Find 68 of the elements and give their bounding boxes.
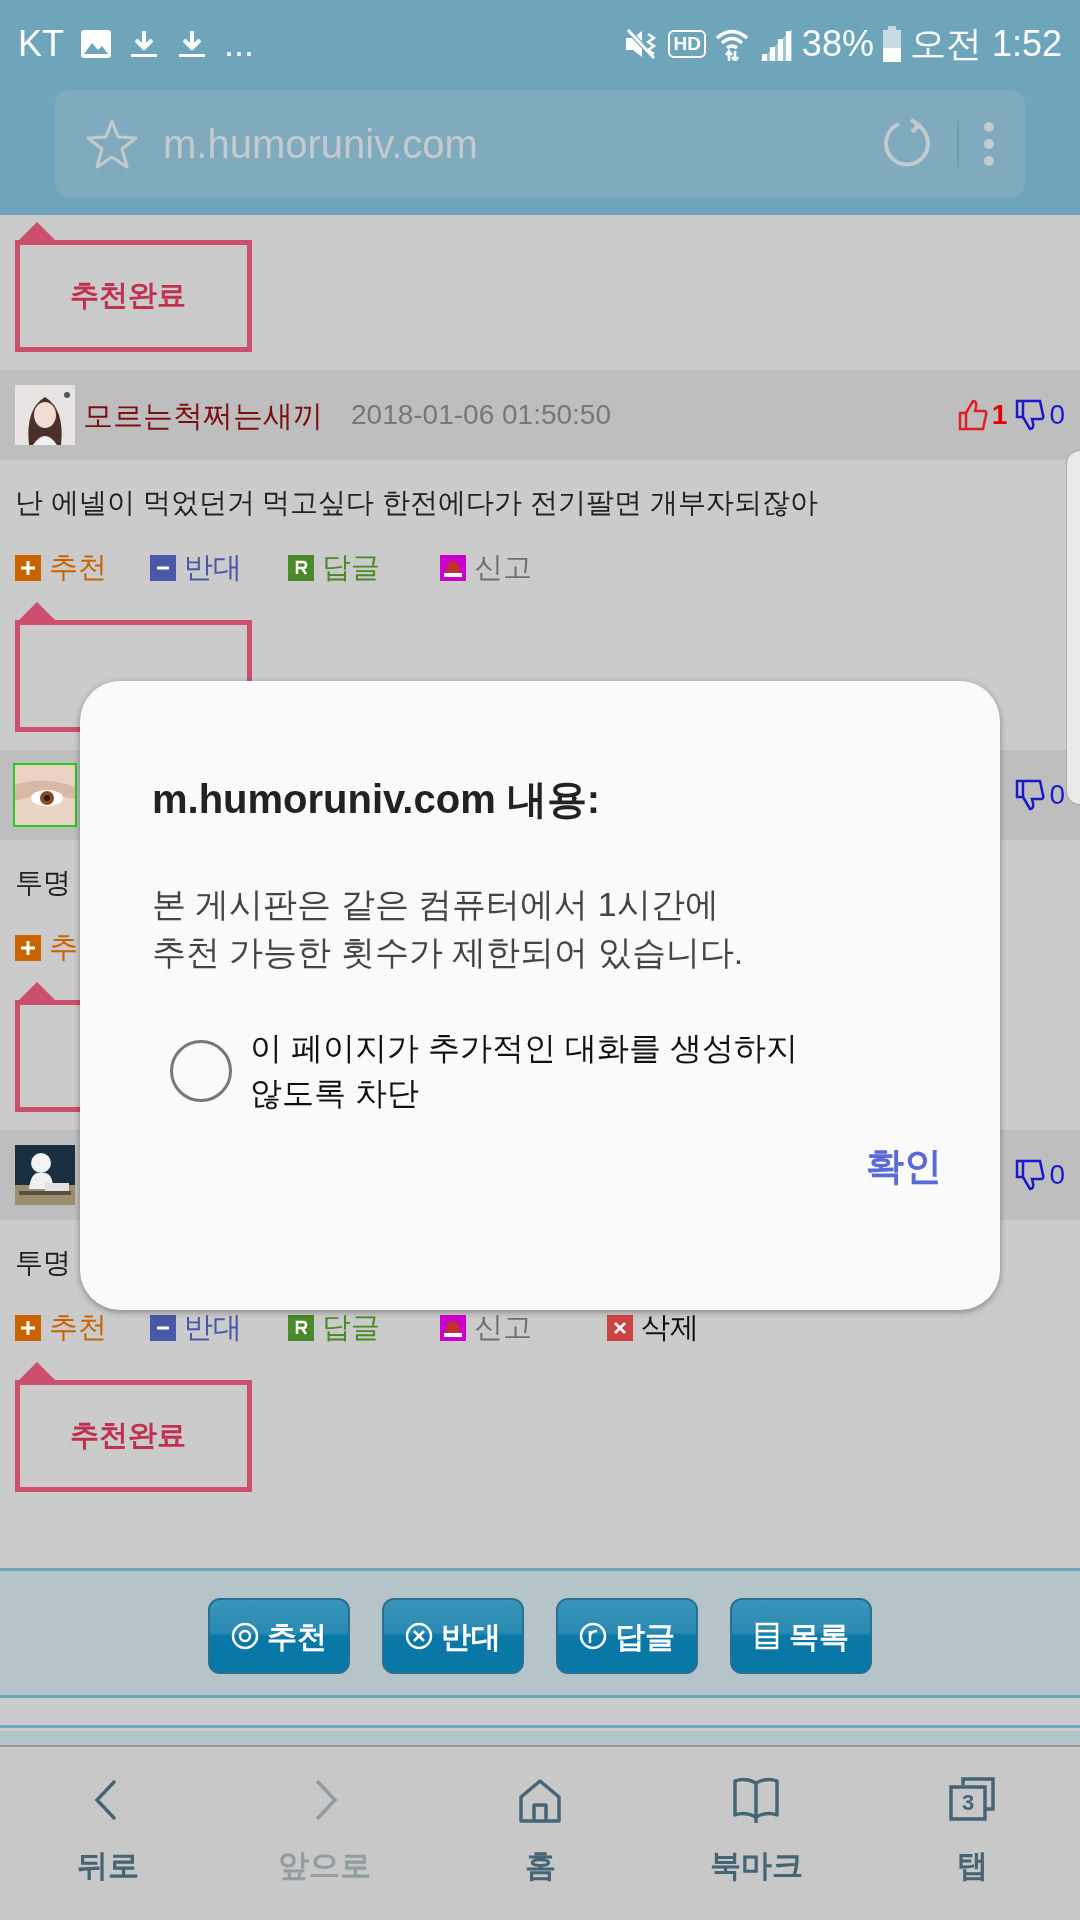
nav-home-button[interactable]: 홈	[432, 1749, 648, 1920]
carrier-name: KT	[18, 22, 64, 66]
battery-icon	[881, 26, 902, 62]
hd-voice-indicator: HD	[668, 30, 706, 58]
wifi-icon	[713, 27, 750, 61]
bottom-action-button[interactable]: 추천	[208, 1598, 350, 1674]
thumbs-down-icon	[1015, 779, 1046, 811]
delete-icon[interactable]	[607, 1314, 633, 1341]
bottom-action-button[interactable]: 답글	[556, 1598, 698, 1674]
nav-tabs-button[interactable]: 3 탭	[864, 1749, 1080, 1920]
download-icon	[128, 29, 160, 59]
thumbs-up-icon	[957, 399, 988, 431]
star-icon[interactable]	[85, 117, 139, 170]
circled-r-icon	[579, 1622, 607, 1650]
circled-x-icon	[405, 1622, 433, 1650]
action-link[interactable]: 답글	[322, 545, 380, 590]
ok-button[interactable]: 확인	[866, 1137, 942, 1195]
circled-o-icon	[231, 1622, 259, 1650]
plus-icon[interactable]	[15, 934, 41, 961]
thumbs-down-icon	[1015, 399, 1046, 431]
siren-icon[interactable]	[440, 554, 466, 581]
author-name[interactable]: 모르는척쩌는새끼	[83, 392, 323, 438]
action-link[interactable]: 신고	[474, 545, 532, 590]
tab-count: 3	[960, 1789, 976, 1817]
comment-text: 투명	[15, 867, 71, 898]
gallery-icon	[80, 29, 112, 59]
dislike-count: 0	[1049, 778, 1065, 812]
nav-bookmarks-button[interactable]: 북마크	[648, 1749, 864, 1920]
comment-text: 투명	[15, 1247, 71, 1278]
action-link[interactable]: 반대	[184, 1305, 242, 1350]
pointer-arrow-icon	[19, 602, 55, 620]
clock: 오전 1:52	[909, 22, 1062, 66]
scroll-handle[interactable]	[1066, 450, 1080, 805]
plus-icon[interactable]	[15, 1314, 41, 1341]
minus-icon[interactable]	[150, 554, 176, 581]
like-count: 1	[991, 398, 1008, 432]
bottom-action-button[interactable]: 목록	[730, 1598, 872, 1674]
dislike-count: 0	[1049, 1158, 1065, 1192]
book-icon	[731, 1775, 781, 1825]
dialog-message: 본 게시판은 같은 컴퓨터에서 1시간에 추천 가능한 횟수가 제한되어 있습니다.	[152, 884, 745, 973]
nav-back-button[interactable]: 뒤로	[0, 1749, 216, 1920]
action-link[interactable]: 추	[49, 925, 78, 970]
more-notifications: ...	[224, 22, 255, 66]
dialog-title: m.humoruniv.com 내용:	[152, 776, 602, 823]
pointer-arrow-icon	[19, 982, 55, 1000]
list-icon	[753, 1622, 781, 1650]
battery-percent: 38%	[801, 22, 874, 66]
action-link[interactable]: 신고	[474, 1305, 532, 1350]
action-link[interactable]: 반대	[184, 545, 242, 590]
option-label[interactable]: 이 페이지가 추가적인 대화를 생성하지 않도록 차단	[250, 1026, 798, 1116]
radio-button[interactable]	[170, 1040, 232, 1102]
recommend-done-label: 추천완료	[70, 1418, 186, 1454]
dislike-count: 0	[1049, 398, 1065, 432]
plus-icon[interactable]	[15, 554, 41, 581]
comment-text: 난 에넬이 먹었던거 먹고싶다 한전에다가 전기팔면 개부자되잖아	[15, 487, 818, 518]
siren-icon[interactable]	[440, 1314, 466, 1341]
reply-icon[interactable]	[288, 554, 314, 581]
action-link[interactable]: 삭제	[641, 1305, 699, 1350]
reply-icon[interactable]	[288, 1314, 314, 1341]
comment-date: 2018-01-06 01:50:50	[351, 398, 611, 432]
action-link[interactable]: 추천	[49, 545, 107, 590]
thumbs-down-icon	[1015, 1159, 1046, 1191]
recommend-done-label: 추천완료	[70, 278, 186, 314]
action-link[interactable]: 추천	[49, 1305, 107, 1350]
download-icon	[176, 29, 208, 59]
minus-icon[interactable]	[150, 1314, 176, 1341]
action-link[interactable]: 답글	[322, 1305, 380, 1350]
bottom-action-button[interactable]: 반대	[382, 1598, 524, 1674]
